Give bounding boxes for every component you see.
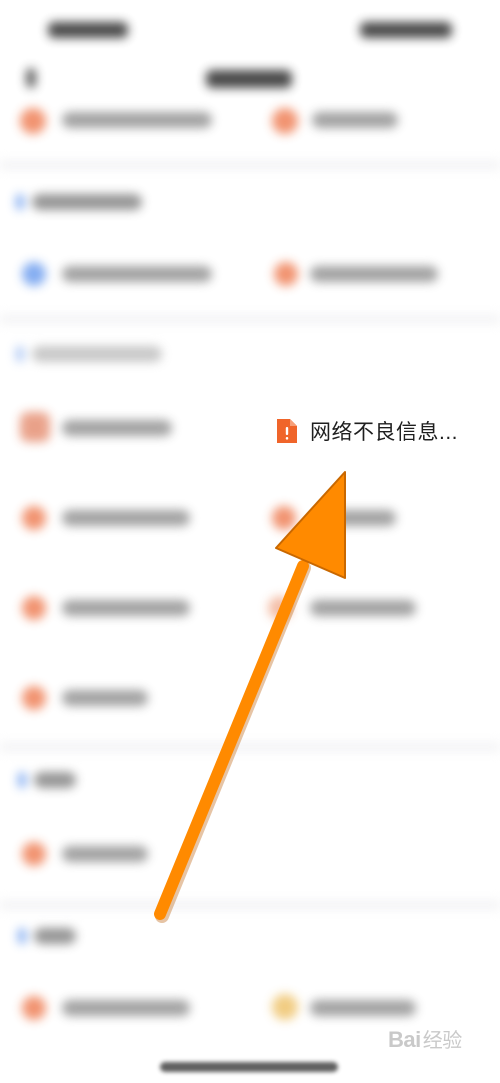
- arrow-head: [275, 471, 346, 579]
- watermark-sub: 经验: [422, 1030, 463, 1052]
- arrow-shaft: [154, 560, 309, 920]
- watermark: Bai 经验: [388, 1024, 462, 1053]
- home-indicator: [160, 1062, 338, 1072]
- watermark-brand: Bai: [388, 1027, 421, 1052]
- screen: 网络不良信息... Bai 经验: [0, 0, 500, 1083]
- arrow-annotation: [154, 471, 346, 923]
